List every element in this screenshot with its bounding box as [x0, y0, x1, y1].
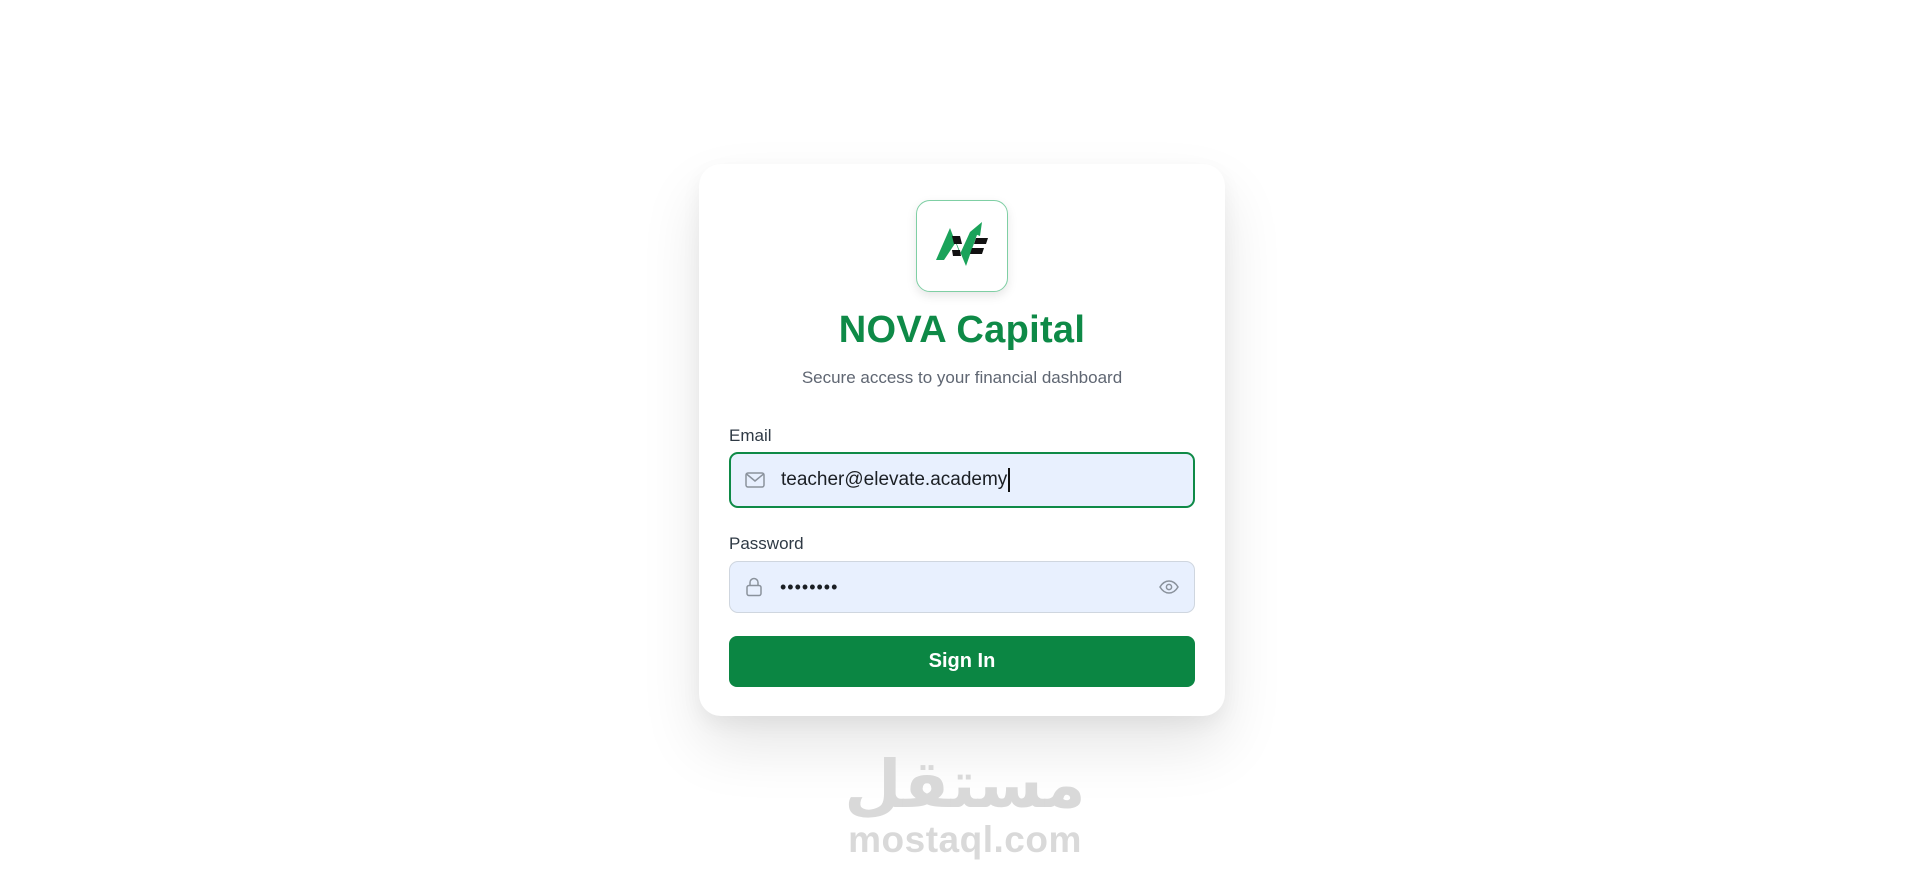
mail-icon	[745, 470, 765, 490]
email-field[interactable]: teacher@elevate.academy	[729, 452, 1195, 508]
password-label: Password	[729, 534, 804, 553]
login-card: NOVA Capital Secure access to your finan…	[699, 164, 1225, 716]
lock-icon	[744, 577, 764, 597]
sign-in-button[interactable]: Sign In	[729, 636, 1195, 687]
brand-subtitle: Secure access to your financial dashboar…	[801, 368, 1123, 387]
eye-icon[interactable]	[1158, 576, 1180, 598]
nova-logo-icon	[916, 200, 1008, 292]
login-page: NOVA Capital Secure access to your finan…	[0, 0, 1920, 872]
text-caret	[1008, 468, 1010, 492]
password-input[interactable]: ••••••••	[780, 562, 1144, 612]
email-label: Email	[729, 426, 772, 445]
watermark-latin: mostaql.com	[848, 819, 1082, 860]
watermark: مستقل mostaql.com	[835, 750, 1095, 860]
password-field[interactable]: ••••••••	[729, 561, 1195, 613]
brand-title: NOVA Capital	[838, 309, 1086, 351]
email-value: teacher@elevate.academy	[781, 469, 1008, 490]
email-input[interactable]: teacher@elevate.academy	[781, 454, 1143, 506]
watermark-arabic: مستقل	[844, 746, 1086, 823]
password-value: ••••••••	[780, 576, 839, 597]
